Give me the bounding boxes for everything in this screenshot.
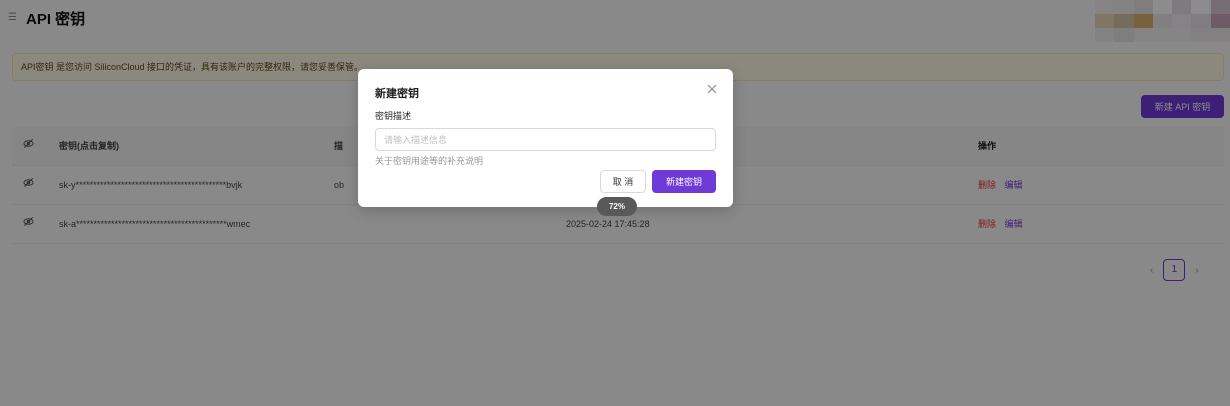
new-key-dialog: 新建密钥 密钥描述 关于密钥用途等的补充说明 取 消 新建密钥 (358, 69, 733, 207)
description-help-text: 关于密钥用途等的补充说明 (375, 156, 484, 166)
description-input[interactable] (375, 128, 716, 151)
cancel-button[interactable]: 取 消 (600, 170, 646, 193)
close-button[interactable] (705, 82, 719, 96)
dialog-title: 新建密钥 (375, 88, 419, 100)
zoom-level-badge: 72% (597, 197, 637, 216)
create-key-button[interactable]: 新建密钥 (652, 170, 716, 193)
close-icon (707, 84, 717, 94)
description-field-label: 密钥描述 (375, 111, 412, 121)
